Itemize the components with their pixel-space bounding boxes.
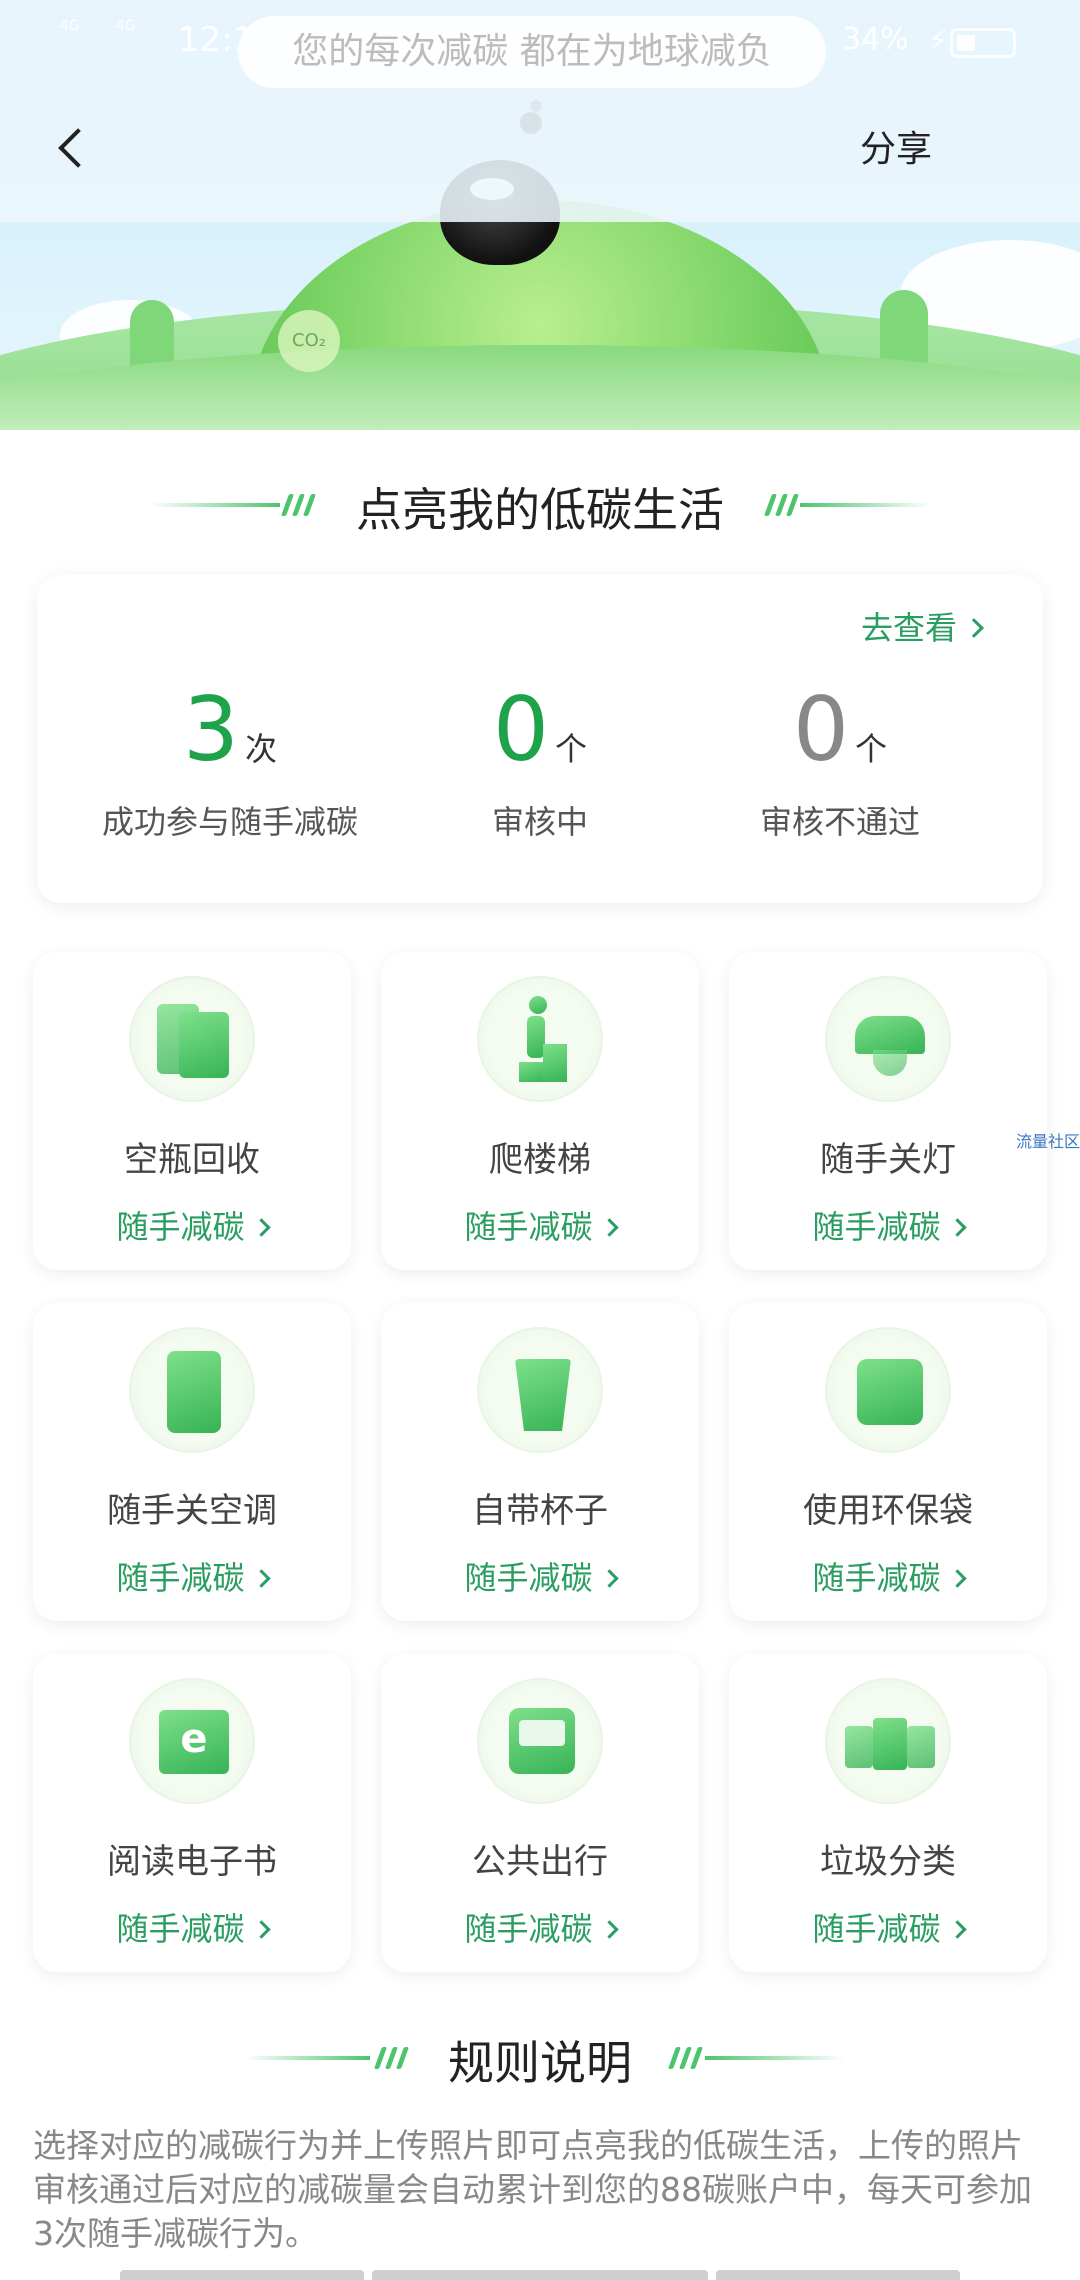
activity-name: 随手关空调 [107,1491,277,1531]
lamp-icon [825,976,951,1102]
chevron-right-icon [947,1569,967,1588]
trash-bins-icon [825,1678,951,1804]
activity-action-button[interactable]: 随手减碳 [33,1202,351,1248]
signal-icon: 4G [60,18,80,34]
activity-action-label: 随手减碳 [116,1910,245,1948]
stat-value: 0 [792,678,849,781]
activity-name: 爬楼梯 [489,1140,591,1180]
air-conditioner-icon [129,1327,255,1453]
activity-card-stairs[interactable]: 爬楼梯 随手减碳 [381,952,699,1270]
co2-bubble: CO₂ [278,310,340,372]
activity-card-garbage-sorting[interactable]: 垃圾分类 随手减碳 [729,1654,1047,1972]
activity-action-button[interactable]: 随手减碳 [729,1553,1047,1599]
stat-label: 审核中 [491,803,588,841]
cup-icon [477,1327,603,1453]
share-button[interactable]: 分享 [826,122,966,178]
activity-action-label: 随手减碳 [812,1208,941,1246]
activity-name: 垃圾分类 [820,1842,956,1882]
view-details-link[interactable]: 去查看 [860,603,984,649]
activity-action-label: 随手减碳 [116,1559,245,1597]
activity-action-button[interactable]: 随手减碳 [33,1904,351,1950]
bus-icon [477,1678,603,1804]
stat-rejected: 0个 审核不通过 [690,675,990,843]
chevron-right-icon [599,1218,619,1237]
activity-action-button[interactable]: 随手减碳 [729,1904,1047,1950]
activity-name: 阅读电子书 [107,1842,277,1882]
eco-bag-icon [825,1327,951,1453]
stats-card: 去查看 3次 成功参与随手减碳 0个 审核中 0个 审核不通过 [37,575,1043,903]
activity-name: 使用环保袋 [803,1491,973,1531]
chevron-right-icon [599,1569,619,1588]
activity-card-eco-bag[interactable]: 使用环保袋 随手减碳 [729,1303,1047,1621]
chevron-right-icon [251,1569,271,1588]
activity-card-public-transit[interactable]: 公共出行 随手减碳 [381,1654,699,1972]
activity-card-lights-off[interactable]: 随手关灯 随手减碳 [729,952,1047,1270]
rules-deco-right [705,2056,845,2060]
activity-action-label: 随手减碳 [812,1559,941,1597]
chevron-right-icon [947,1920,967,1939]
rules-text: 选择对应的减碳行为并上传照片即可点亮我的低碳生活，上传的照片审核通过后对应的减碳… [33,2126,1032,2253]
activity-card-ac-off[interactable]: 随手关空调 随手减碳 [33,1303,351,1621]
title-deco-right [800,503,932,507]
bottom-tab-hint [120,2270,960,2280]
chevron-right-icon [251,1920,271,1939]
signal-icon-2: 4G [116,18,136,34]
activity-action-label: 随手减碳 [116,1208,245,1246]
battery-icon [950,28,1016,58]
activity-action-button[interactable]: 随手减碳 [381,1202,699,1248]
activity-action-button[interactable]: 随手减碳 [381,1553,699,1599]
activity-card-bottle-recycle[interactable]: 空瓶回收 随手减碳 [33,952,351,1270]
back-arrow-icon [58,128,98,168]
stat-unit: 个 [854,730,887,768]
back-button[interactable] [50,122,100,182]
stat-label: 审核不通过 [759,803,920,841]
stat-value: 0 [492,678,549,781]
activity-card-ebook[interactable]: e 阅读电子书 随手减碳 [33,1654,351,1972]
activity-name: 公共出行 [472,1842,608,1882]
chevron-right-icon [251,1218,271,1237]
section-title: 点亮我的低碳生活 [356,483,724,537]
activity-action-label: 随手减碳 [464,1559,593,1597]
stat-label: 成功参与随手减碳 [101,803,358,841]
slogan-toast: 您的每次减碳 都在为地球减负 [238,16,826,88]
activity-action-button[interactable]: 随手减碳 [729,1202,1047,1248]
stat-success: 3次 成功参与随手减碳 [80,675,380,843]
activity-name: 随手关灯 [820,1140,956,1180]
stat-unit: 次 [244,730,277,768]
activity-action-button[interactable]: 随手减碳 [33,1553,351,1599]
chevron-right-icon [947,1218,967,1237]
recycle-bag-icon [129,976,255,1102]
activity-name: 自带杯子 [472,1491,608,1531]
battery-percent: 34% [842,22,909,57]
activity-action-button[interactable]: 随手减碳 [381,1904,699,1950]
rules-title: 规则说明 [448,2036,632,2090]
stairs-icon [477,976,603,1102]
chevron-right-icon [599,1920,619,1939]
chevron-right-icon [964,618,984,638]
stat-reviewing: 0个 审核中 [390,675,690,843]
activity-action-label: 随手减碳 [464,1208,593,1246]
activity-name: 空瓶回收 [124,1140,260,1180]
activity-action-label: 随手减碳 [812,1910,941,1948]
view-details-label: 去查看 [860,609,957,647]
stat-unit: 个 [554,730,587,768]
activity-action-label: 随手减碳 [464,1910,593,1948]
charging-icon: ⚡ [928,24,948,57]
ebook-icon: e [129,1678,255,1804]
community-side-tag[interactable]: 流量社区 [1016,1128,1080,1152]
activity-card-own-cup[interactable]: 自带杯子 随手减碳 [381,1303,699,1621]
stat-value: 3 [182,678,239,781]
